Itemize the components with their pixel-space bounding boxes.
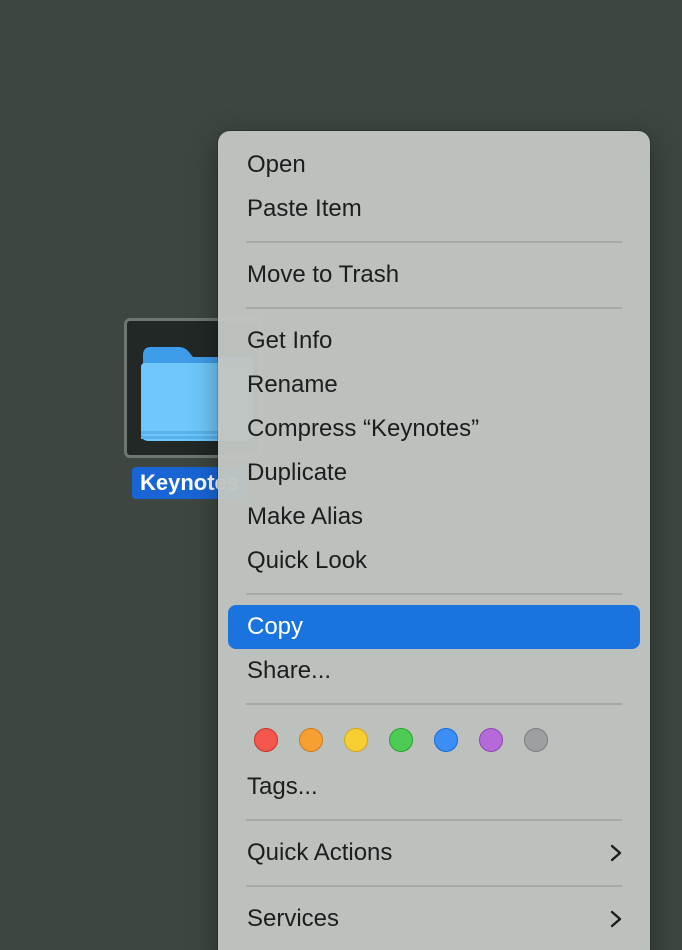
menu-item-compress[interactable]: Compress “Keynotes” [228, 407, 640, 451]
tag-gray-dot[interactable] [524, 728, 548, 752]
menu-item-make-alias[interactable]: Make Alias [228, 495, 640, 539]
menu-separator [246, 703, 622, 705]
chevron-right-icon [610, 910, 622, 928]
menu-item-get-info[interactable]: Get Info [228, 319, 640, 363]
quick-actions-label: Quick Actions [247, 839, 393, 866]
menu-item-open[interactable]: Open [228, 143, 640, 187]
menu-item-share[interactable]: Share... [228, 649, 640, 693]
menu-separator [246, 307, 622, 309]
tag-color-row [228, 715, 640, 765]
menu-separator [246, 885, 622, 887]
menu-item-quick-actions[interactable]: Quick Actions [228, 831, 640, 875]
menu-separator [246, 593, 622, 595]
tag-blue-dot[interactable] [434, 728, 458, 752]
context-menu: Open Paste Item Move to Trash Get Info R… [218, 131, 650, 950]
tag-green-dot[interactable] [389, 728, 413, 752]
tag-purple-dot[interactable] [479, 728, 503, 752]
menu-item-copy[interactable]: Copy [228, 605, 640, 649]
menu-item-quick-look[interactable]: Quick Look [228, 539, 640, 583]
tag-yellow-dot[interactable] [344, 728, 368, 752]
menu-item-rename[interactable]: Rename [228, 363, 640, 407]
menu-item-duplicate[interactable]: Duplicate [228, 451, 640, 495]
tag-orange-dot[interactable] [299, 728, 323, 752]
menu-separator [246, 241, 622, 243]
chevron-right-icon [610, 844, 622, 862]
menu-item-move-to-trash[interactable]: Move to Trash [228, 253, 640, 297]
menu-item-paste-item[interactable]: Paste Item [228, 187, 640, 231]
menu-item-services[interactable]: Services [228, 897, 640, 941]
tag-red-dot[interactable] [254, 728, 278, 752]
services-label: Services [247, 905, 340, 932]
menu-item-tags[interactable]: Tags... [228, 765, 640, 809]
menu-separator [246, 819, 622, 821]
